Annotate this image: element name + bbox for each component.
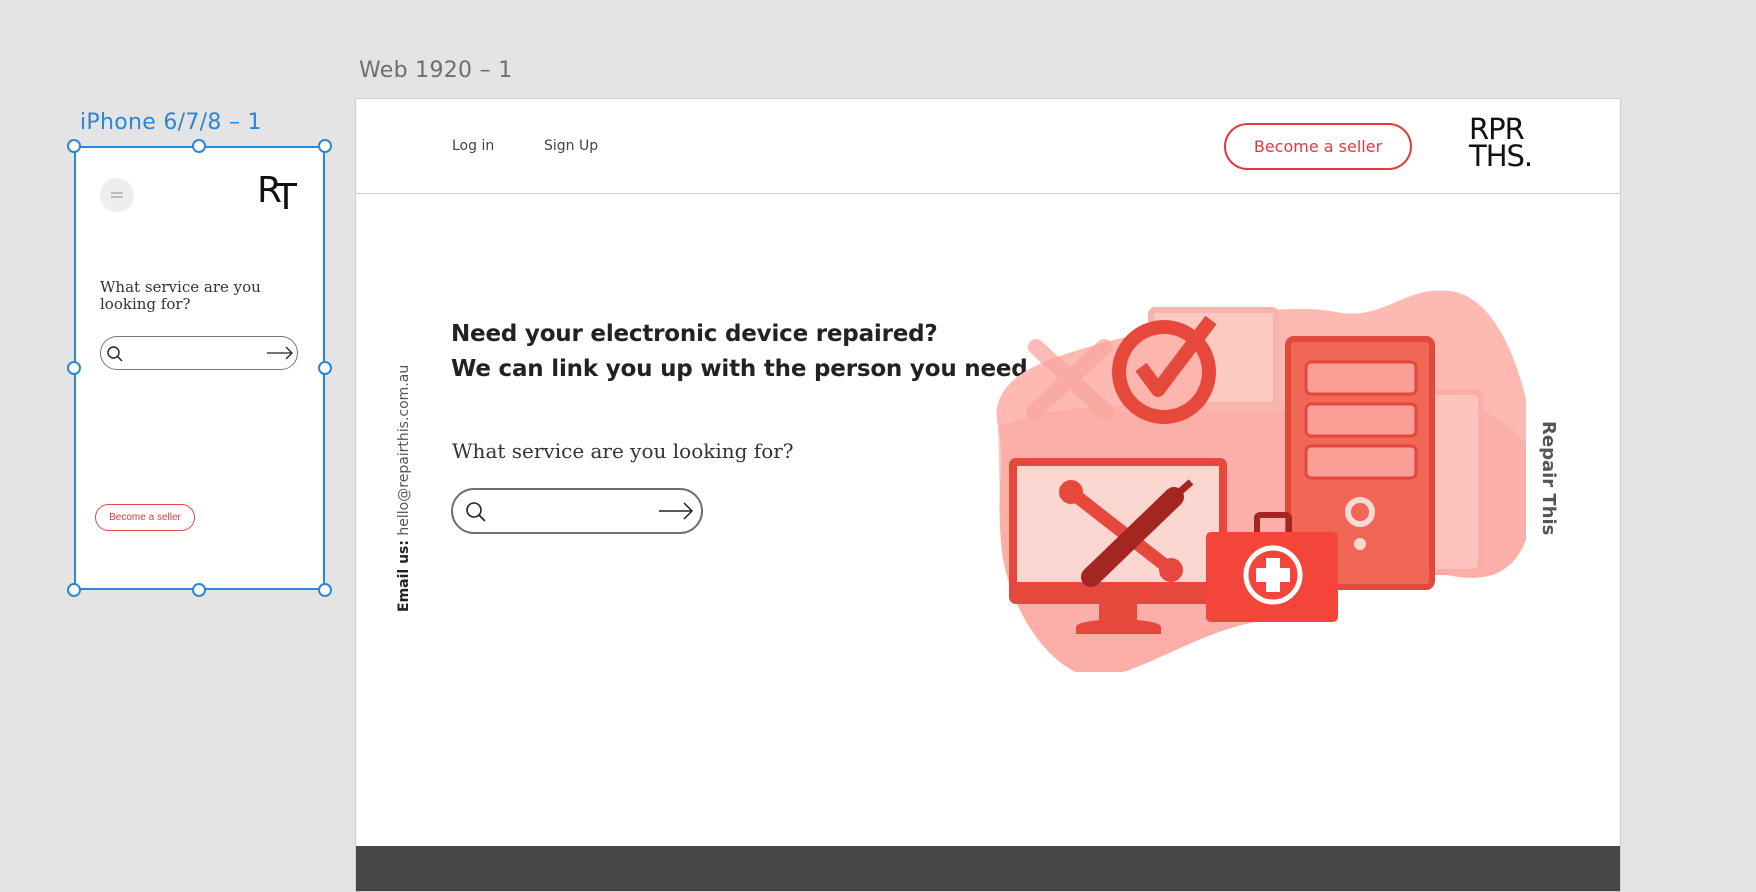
- svg-text:T: T: [274, 177, 298, 212]
- arrow-right-icon[interactable]: [658, 502, 694, 520]
- resize-handle[interactable]: [67, 361, 81, 375]
- phone-artboard-label[interactable]: iPhone 6/7/8 – 1: [80, 110, 262, 135]
- become-seller-button[interactable]: Become a seller: [1224, 123, 1412, 170]
- headline-line-2: We can link you up with the person you n…: [451, 356, 1037, 382]
- phone-artboard[interactable]: R T What service are you looking for? Be…: [75, 146, 325, 590]
- web-artboard-label[interactable]: Web 1920 – 1: [359, 58, 513, 83]
- web-logo[interactable]: RPR THS.: [1469, 115, 1533, 173]
- headline-line-1: Need your electronic device repaired?: [451, 321, 938, 347]
- side-brand: Repair This: [1538, 421, 1559, 536]
- resize-handle[interactable]: [318, 361, 332, 375]
- search-icon: [107, 346, 123, 362]
- electronics-repair-illustration: [996, 290, 1526, 672]
- search-icon: [466, 502, 486, 522]
- phone-become-seller-button[interactable]: Become a seller: [95, 504, 195, 531]
- resize-handle[interactable]: [192, 583, 206, 597]
- rt-logo-icon: R T: [257, 170, 308, 218]
- resize-handle[interactable]: [192, 139, 206, 153]
- phone-search-input[interactable]: [100, 336, 298, 370]
- hero-headline: Need your electronic device repaired? We…: [451, 317, 1036, 387]
- resize-handle[interactable]: [67, 583, 81, 597]
- hamburger-bar: [111, 192, 123, 194]
- phone-question: What service are you looking for?: [100, 278, 261, 313]
- web-footer: [356, 846, 1620, 891]
- phone-logo: R T: [257, 170, 308, 220]
- resize-handle[interactable]: [67, 139, 81, 153]
- logo-line-2: THS.: [1469, 139, 1533, 173]
- web-header: Log in Sign Up Become a seller RPR THS.: [356, 99, 1620, 194]
- email-label: Email us:: [396, 540, 412, 612]
- search-input[interactable]: [451, 488, 703, 534]
- resize-handle[interactable]: [318, 583, 332, 597]
- web-artboard[interactable]: Log in Sign Up Become a seller RPR THS. …: [355, 98, 1621, 892]
- search-question: What service are you looking for?: [452, 439, 794, 463]
- arrow-right-icon[interactable]: [266, 346, 294, 360]
- email-contact[interactable]: Email us: hello@repairthis.com.au: [396, 365, 412, 612]
- email-address[interactable]: hello@repairthis.com.au: [396, 365, 412, 536]
- hamburger-icon[interactable]: [100, 178, 134, 212]
- hamburger-bar: [111, 196, 123, 198]
- signup-link[interactable]: Sign Up: [544, 138, 598, 154]
- resize-handle[interactable]: [318, 139, 332, 153]
- login-link[interactable]: Log in: [452, 138, 494, 154]
